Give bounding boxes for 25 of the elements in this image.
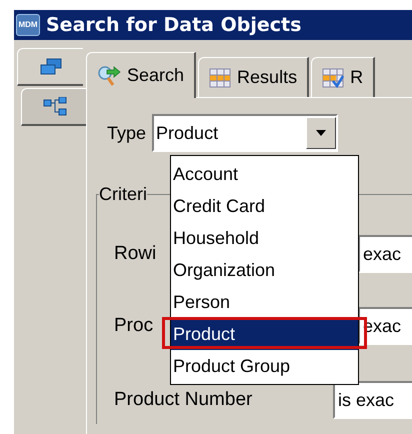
- windows-icon: [38, 58, 62, 76]
- window-title: Search for Data Objects: [46, 12, 302, 38]
- grid-check-icon: [322, 68, 344, 88]
- type-label: Type: [107, 122, 146, 145]
- tab[interactable]: Results: [198, 57, 310, 97]
- tab[interactable]: Search: [86, 52, 196, 98]
- tab[interactable]: R: [311, 57, 376, 97]
- side-tab[interactable]: [17, 48, 83, 86]
- app-icon: MDM: [16, 14, 40, 36]
- dropdown-option[interactable]: Credit Card: [171, 190, 358, 222]
- operator-field[interactable]: exac: [358, 235, 412, 273]
- dropdown-option[interactable]: Organization: [171, 254, 358, 286]
- grid-icon: [209, 68, 232, 88]
- type-dropdown[interactable]: Product: [152, 114, 338, 152]
- operator-field[interactable]: is exac: [333, 381, 412, 419]
- dropdown-option[interactable]: Household: [171, 222, 358, 254]
- dropdown-option[interactable]: Account: [171, 158, 358, 190]
- dropdown-option[interactable]: Product Group: [171, 350, 358, 382]
- dropdown-option[interactable]: Person: [171, 286, 358, 318]
- tree-icon: [42, 96, 66, 116]
- criteria-label: Product Number: [114, 388, 252, 410]
- criteria-label: Rowi: [114, 242, 156, 264]
- criteria-label: Proc: [114, 314, 154, 336]
- magnifier-arrow-icon: [97, 64, 121, 86]
- side-tab[interactable]: [21, 88, 87, 126]
